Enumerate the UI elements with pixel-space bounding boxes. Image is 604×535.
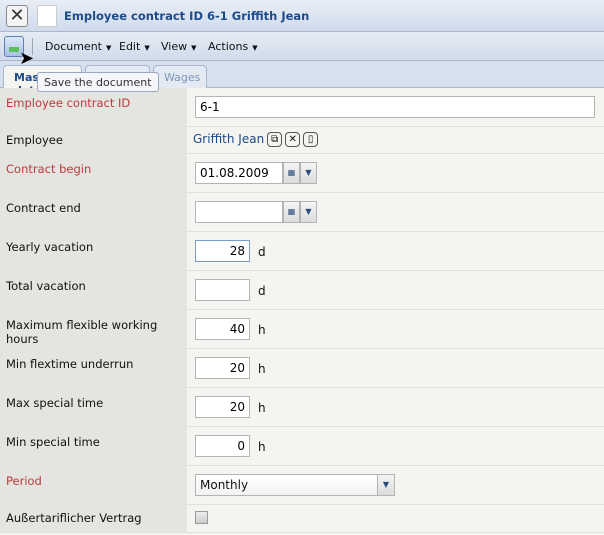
menu-label: Document: [45, 40, 102, 53]
toolbar: Document ▼ Edit ▼ View ▼ Actions ▼: [0, 32, 604, 61]
label: Total vacation: [0, 271, 187, 309]
menu-label: Edit: [119, 40, 141, 53]
ausser-tariflich-checkbox[interactable]: [195, 511, 208, 524]
label: Employee: [0, 127, 187, 153]
new-document-icon[interactable]: ▯: [303, 132, 319, 147]
total-vacation-input[interactable]: [195, 279, 250, 301]
min-special-time-input[interactable]: [195, 435, 250, 457]
tab-wages[interactable]: Wages: [153, 65, 207, 88]
menu-edit[interactable]: Edit ▼: [119, 40, 150, 53]
period-value: Monthly: [200, 478, 249, 492]
contract-begin-input[interactable]: [195, 162, 283, 184]
title-bar: ✕ Employee contract ID 6-1 Griffith Jean: [0, 0, 604, 32]
caret-down-icon: ▼: [106, 44, 112, 52]
label: Maximum flexible working hours: [0, 310, 187, 348]
unit: h: [258, 323, 266, 337]
mouse-cursor-icon: ➤: [19, 48, 35, 69]
close-icon[interactable]: ✕: [6, 5, 28, 27]
label: Employee contract ID: [0, 88, 187, 126]
calendar-icon[interactable]: ▦: [283, 201, 300, 223]
chevron-down-icon[interactable]: ▼: [377, 475, 394, 495]
min-flextime-input[interactable]: [195, 357, 250, 379]
document-icon: [37, 5, 57, 27]
menu-actions[interactable]: Actions ▼: [208, 40, 258, 53]
calendar-icon[interactable]: ▦: [283, 162, 300, 184]
menu-view[interactable]: View ▼: [161, 40, 197, 53]
yearly-vacation-input[interactable]: [195, 240, 250, 262]
label: Contract end: [0, 193, 187, 231]
max-special-time-input[interactable]: [195, 396, 250, 418]
period-select[interactable]: Monthly ▼: [195, 474, 395, 496]
caret-down-icon: ▼: [252, 44, 258, 52]
label: Yearly vacation: [0, 232, 187, 270]
unit: h: [258, 401, 266, 415]
label: Min flextime underrun: [0, 349, 187, 387]
window-title: Employee contract ID 6-1 Griffith Jean: [64, 9, 310, 23]
label: Min special time: [0, 427, 187, 465]
unit: h: [258, 440, 266, 454]
unit: h: [258, 362, 266, 376]
menu-label: View: [161, 40, 188, 53]
employee-link[interactable]: Griffith Jean: [193, 132, 264, 146]
caret-down-icon: ▼: [191, 44, 197, 52]
contract-end-input[interactable]: [195, 201, 283, 223]
caret-down-icon: ▼: [144, 44, 150, 52]
menu-document[interactable]: Document ▼: [45, 40, 111, 53]
clear-icon[interactable]: ✕: [285, 132, 301, 147]
copy-icon[interactable]: ⧉: [267, 132, 283, 147]
chevron-down-icon[interactable]: ▼: [300, 201, 317, 223]
label: Außertariflicher Vertrag: [0, 505, 187, 532]
unit: d: [258, 245, 266, 259]
label: Max special time: [0, 388, 187, 426]
label: Contract begin: [0, 154, 187, 192]
contract-form: Employee contract ID Employee Griffith J…: [0, 88, 604, 533]
save-tooltip: Save the document: [37, 72, 159, 92]
label: Period: [0, 466, 187, 504]
chevron-down-icon[interactable]: ▼: [300, 162, 317, 184]
max-flex-hours-input[interactable]: [195, 318, 250, 340]
contract-id-input[interactable]: [195, 96, 595, 118]
unit: d: [258, 284, 266, 298]
menu-label: Actions: [208, 40, 249, 53]
